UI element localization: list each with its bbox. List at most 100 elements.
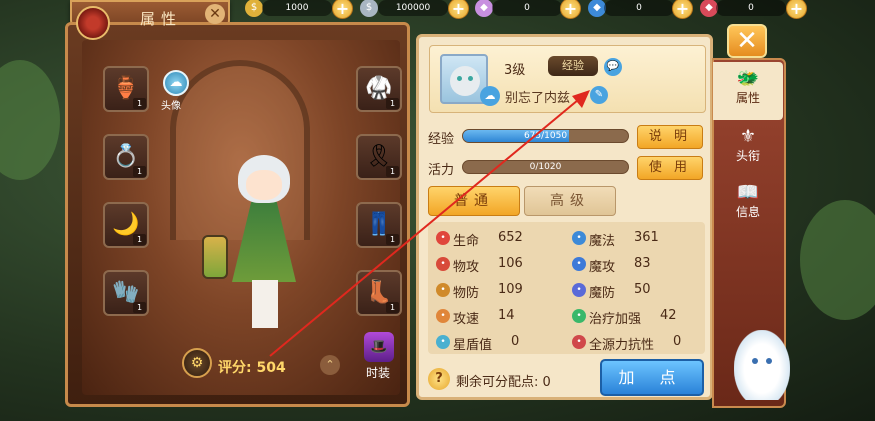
portrait-eye <box>468 76 473 81</box>
signature-icon: ☁ <box>480 86 500 106</box>
expand-button[interactable]: ⌃ <box>320 355 340 375</box>
stat-name: 治疗加强 <box>589 312 642 327</box>
side-tab-attributes[interactable]: 🐲 属性 <box>713 62 783 120</box>
vitality-label: 活力 <box>428 163 455 178</box>
equip-slot-necklace[interactable]: 🏺 1 <box>103 66 149 112</box>
crystal-icon: ◆ <box>475 0 493 17</box>
magic-attack-icon: • <box>572 257 586 271</box>
edit-icon[interactable]: ✎ <box>590 86 608 104</box>
vitality-bar: 0/1020 <box>462 160 629 174</box>
gold-coin-icon: $ <box>245 0 263 17</box>
add-point-button[interactable]: 加 点 <box>600 359 704 396</box>
tab-normal[interactable]: 普通 <box>428 186 520 216</box>
equip-slot-belt[interactable]: 🎗 1 <box>356 134 402 180</box>
background-foliage <box>0 60 60 180</box>
chat-icon[interactable]: 💬 <box>604 58 622 76</box>
attributes-icon: 🐲 <box>736 68 760 89</box>
stat-name: 物防 <box>453 286 480 301</box>
character-model <box>200 150 330 340</box>
heal-icon: • <box>572 309 586 323</box>
stat-value: 0 <box>511 334 520 349</box>
stat-name: 魔法 <box>589 234 616 249</box>
exp-tag: 经验 <box>548 56 598 76</box>
equip-slot-boots[interactable]: 👢 1 <box>356 270 402 316</box>
stat-value: 50 <box>634 282 651 297</box>
mascot[interactable] <box>734 330 790 400</box>
mascot-eye <box>766 358 772 364</box>
stat-value: 0 <box>673 334 682 349</box>
lantern <box>202 235 228 279</box>
stat-name: 物攻 <box>453 260 480 275</box>
exp-bar: 675/1050 <box>462 129 629 143</box>
rating-label: 评分: <box>218 360 252 376</box>
page-title: 属性 <box>140 10 183 28</box>
add-crystal-button[interactable]: + <box>560 0 581 19</box>
equip-slot-pants[interactable]: 👖 1 <box>356 202 402 248</box>
rating-icon: ⚙ <box>182 348 212 378</box>
fashion-icon[interactable]: 🎩 <box>364 332 394 362</box>
explain-button[interactable]: 说 明 <box>637 125 703 149</box>
silver-coin-icon: $ <box>360 0 378 17</box>
title-icon: ⚜ <box>739 126 757 147</box>
stat-name: 生命 <box>453 234 480 249</box>
currency-silver: 100000 <box>378 0 448 16</box>
magic-shield-icon: • <box>572 283 586 297</box>
add-red-gem-button[interactable]: + <box>786 0 807 19</box>
shield-icon: • <box>436 283 450 297</box>
add-silver-button[interactable]: + <box>448 0 469 19</box>
close-button[interactable]: ✕ <box>727 24 767 58</box>
emblem-icon <box>76 6 110 40</box>
stat-value: 83 <box>634 256 651 271</box>
level-text: 3级 <box>504 63 526 78</box>
add-blue-gem-button[interactable]: + <box>672 0 693 19</box>
avatar-label: 头像 <box>161 101 181 112</box>
stat-value: 106 <box>498 256 523 271</box>
stat-value: 109 <box>498 282 523 297</box>
avatar-button[interactable]: ☁ <box>163 70 189 96</box>
star-shield-icon: • <box>436 335 450 349</box>
use-button[interactable]: 使 用 <box>637 156 703 180</box>
side-tab-title[interactable]: ⚜ 头衔 <box>713 120 783 178</box>
heart-icon: • <box>436 231 450 245</box>
currency-crystal: 0 <box>492 0 562 16</box>
character-face <box>246 170 282 200</box>
mascot-eye <box>752 358 758 364</box>
fashion-label[interactable]: 时装 <box>366 364 390 381</box>
side-tab-info[interactable]: 📖 信息 <box>713 176 783 234</box>
resist-icon: • <box>572 335 586 349</box>
equip-slot-amulet[interactable]: 🌙 1 <box>103 202 149 248</box>
portrait-eye <box>457 76 462 81</box>
stat-value: 42 <box>660 308 677 323</box>
stat-value: 361 <box>634 230 659 245</box>
rating-value: 504 <box>256 360 286 376</box>
stat-name: 星盾值 <box>453 338 493 353</box>
vitality-bar-text: 0/1020 <box>529 162 562 172</box>
question-icon[interactable]: ? <box>428 368 450 390</box>
close-icon[interactable]: ✕ <box>205 4 225 24</box>
background-foliage <box>800 200 875 320</box>
character-legs <box>252 280 278 328</box>
info-icon: 📖 <box>736 182 760 203</box>
currency-blue-gem: 0 <box>604 0 674 16</box>
rating: 评分: 504 <box>218 357 286 385</box>
equip-slot-gloves[interactable]: 🧤 1 <box>103 270 149 316</box>
stat-name: 魔防 <box>589 286 616 301</box>
equip-slot-armor[interactable]: 🥋 1 <box>356 66 402 112</box>
magic-icon: • <box>572 231 586 245</box>
currency-gold: 1000 <box>262 0 332 16</box>
stat-value: 14 <box>498 308 515 323</box>
stat-name: 全源力抗性 <box>589 338 655 353</box>
tab-advanced[interactable]: 高级 <box>524 186 616 216</box>
exp-label: 经验 <box>428 132 455 147</box>
sword-icon: • <box>436 257 450 271</box>
stat-name: 攻速 <box>453 312 480 327</box>
character-dress <box>232 202 296 282</box>
signature-text: 别忘了内兹 <box>505 91 571 106</box>
currency-red-gem: 0 <box>716 0 786 16</box>
add-gold-button[interactable]: + <box>332 0 353 19</box>
stat-name: 魔攻 <box>589 260 616 275</box>
speed-icon: • <box>436 309 450 323</box>
equip-slot-ring[interactable]: 💍 1 <box>103 134 149 180</box>
portrait-face <box>450 66 480 96</box>
stat-value: 652 <box>498 230 523 245</box>
